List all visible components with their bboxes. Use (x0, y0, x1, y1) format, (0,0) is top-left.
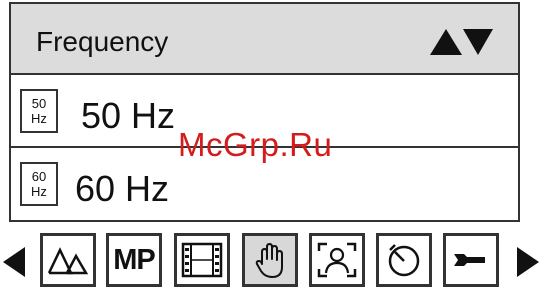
badge-unit: Hz (31, 111, 47, 126)
option-label: 50 Hz (81, 95, 176, 136)
menu-header[interactable]: Frequency (11, 4, 518, 75)
right-triangle-icon[interactable] (516, 246, 540, 278)
badge-number: 50 (31, 96, 47, 111)
face-frame-icon (317, 242, 357, 278)
badge-number: 60 (31, 169, 47, 184)
setup-button[interactable] (443, 233, 499, 287)
mp-icon: MP (113, 243, 155, 276)
stabilizer-button[interactable] (242, 233, 298, 287)
frequency-50hz-icon: 50 Hz (20, 89, 58, 133)
hand-icon (255, 243, 283, 278)
scene-mode-button[interactable] (40, 233, 96, 287)
up-down-arrows-icon[interactable] (430, 28, 494, 56)
bottom-toolbar: MP (0, 230, 545, 289)
watermark: McGrp.Ru (178, 126, 333, 163)
badge-unit: Hz (31, 184, 47, 199)
movie-button[interactable] (174, 233, 230, 287)
self-timer-icon (388, 244, 420, 277)
film-strip-icon (181, 242, 223, 278)
mp-button[interactable]: MP (106, 233, 162, 287)
face-detection-button[interactable] (309, 233, 365, 287)
left-triangle-icon[interactable] (2, 246, 26, 278)
option-label: 60 Hz (75, 168, 170, 209)
frequency-menu: Frequency 50 Hz 50 Hz 60 Hz 60 Hz (9, 2, 520, 222)
scene-mode-icon (47, 247, 89, 275)
menu-title: Frequency (36, 26, 169, 57)
frequency-60hz-icon: 60 Hz (20, 162, 58, 206)
wrench-icon (454, 254, 485, 266)
self-timer-button[interactable] (376, 233, 432, 287)
